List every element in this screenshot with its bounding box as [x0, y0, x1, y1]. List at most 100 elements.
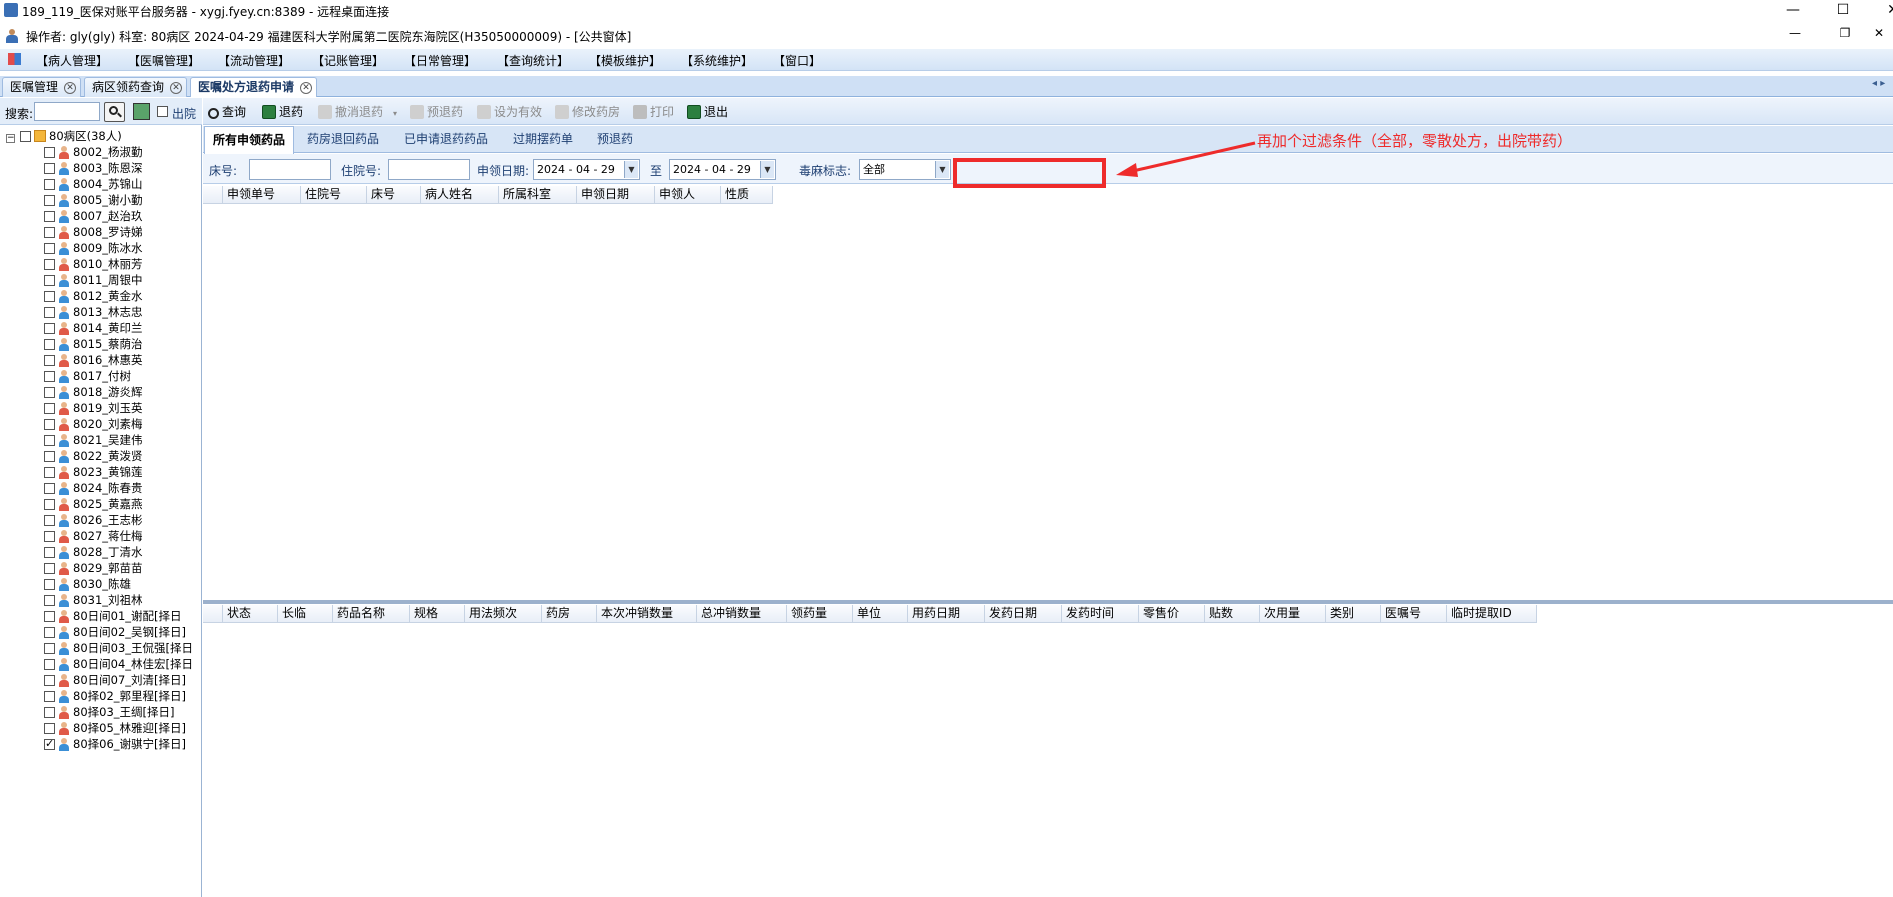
chevron-down-icon[interactable]: ▼: [624, 161, 638, 178]
menu-order-management[interactable]: 【医嘱管理】: [128, 52, 200, 69]
chevron-down-icon[interactable]: ▼: [935, 161, 949, 178]
patient-tree-item[interactable]: 8030_陈雄: [6, 576, 202, 592]
patient-checkbox[interactable]: [44, 707, 55, 718]
patient-checkbox[interactable]: [44, 499, 55, 510]
patient-tree-item[interactable]: 8008_罗诗娣: [6, 224, 202, 240]
menu-window[interactable]: 【窗口】: [773, 52, 821, 69]
date-to-input[interactable]: 2024 - 04 - 29 ▼: [669, 159, 776, 180]
modify-pharmacy-button[interactable]: 修改药房: [555, 103, 620, 120]
patient-tree-item[interactable]: 80日间04_林佳宏[择日: [6, 656, 202, 672]
patient-checkbox[interactable]: [44, 227, 55, 238]
patient-checkbox[interactable]: [44, 611, 55, 622]
menu-flow-management[interactable]: 【流动管理】: [218, 52, 290, 69]
column-header[interactable]: 用法频次: [465, 605, 542, 623]
column-header[interactable]: 类别: [1326, 605, 1381, 623]
patient-tree-item[interactable]: 80择06_谢骐宁[择日]: [6, 736, 202, 752]
patient-tree-item[interactable]: 80择05_林雅迎[择日]: [6, 720, 202, 736]
column-header[interactable]: 申领人: [655, 186, 721, 204]
column-header[interactable]: 零售价: [1139, 605, 1205, 623]
patient-checkbox[interactable]: [44, 307, 55, 318]
patient-tree-item[interactable]: 80日间01_谢配[择日: [6, 608, 202, 624]
patient-checkbox[interactable]: [44, 323, 55, 334]
patient-tree-item[interactable]: 8029_郭苗苗: [6, 560, 202, 576]
patient-checkbox[interactable]: [44, 211, 55, 222]
menu-daily-management[interactable]: 【日常管理】: [404, 52, 476, 69]
column-header[interactable]: 医嘱号: [1381, 605, 1447, 623]
patient-tree-item[interactable]: 8026_王志彬: [6, 512, 202, 528]
patient-checkbox[interactable]: [44, 643, 55, 654]
tree-root-checkbox[interactable]: [20, 131, 31, 142]
chevron-down-icon[interactable]: ▼: [760, 161, 774, 178]
close-icon[interactable]: ✕: [64, 82, 77, 94]
column-header[interactable]: 规格: [410, 605, 465, 623]
column-header[interactable]: 性质: [721, 186, 773, 204]
column-header[interactable]: 次用量: [1260, 605, 1326, 623]
refresh-icon[interactable]: [133, 103, 150, 120]
narcotic-flag-select[interactable]: 全部 ▼: [859, 159, 951, 180]
patient-checkbox[interactable]: [44, 595, 55, 606]
column-header[interactable]: 临时提取ID: [1447, 605, 1537, 623]
column-header[interactable]: 长临: [278, 605, 333, 623]
patient-tree-item[interactable]: 8004_苏锦山: [6, 176, 202, 192]
close-icon[interactable]: ✕: [170, 82, 183, 94]
patient-checkbox[interactable]: [44, 467, 55, 478]
pre-refund-button[interactable]: 预退药: [410, 103, 463, 120]
patient-checkbox[interactable]: [44, 659, 55, 670]
grid-corner-cell[interactable]: [203, 186, 223, 204]
patient-tree-item[interactable]: 8027_蒋仕梅: [6, 528, 202, 544]
column-header[interactable]: 贴数: [1205, 605, 1260, 623]
subtab-requested-refund-drugs[interactable]: 已申请退药药品: [396, 126, 496, 153]
patient-checkbox[interactable]: [44, 387, 55, 398]
patient-checkbox[interactable]: [44, 691, 55, 702]
subtab-expired-dispense-lists[interactable]: 过期摆药单: [505, 126, 581, 153]
cancel-refund-button[interactable]: 撤消退药 ▾: [318, 103, 397, 120]
query-button[interactable]: 查询: [208, 103, 246, 120]
chevron-down-icon[interactable]: ▾: [393, 109, 397, 118]
patient-checkbox[interactable]: [44, 675, 55, 686]
patient-checkbox[interactable]: [44, 355, 55, 366]
column-header[interactable]: 申领日期: [577, 186, 655, 204]
inner-minimize-button[interactable]: —: [1780, 26, 1810, 40]
patient-tree-item[interactable]: 8013_林志忠: [6, 304, 202, 320]
patient-search-input[interactable]: [34, 102, 100, 121]
patient-tree-item[interactable]: 8009_陈冰水: [6, 240, 202, 256]
patient-tree-item[interactable]: 8019_刘玉英: [6, 400, 202, 416]
patient-checkbox[interactable]: [44, 195, 55, 206]
tab-scroll-icons[interactable]: ◂ ▸: [1872, 78, 1885, 89]
tab-prescription-refund-request[interactable]: 医嘱处方退药申请 ✕: [190, 77, 318, 97]
patient-checkbox[interactable]: [44, 563, 55, 574]
patient-checkbox[interactable]: [44, 435, 55, 446]
patient-checkbox[interactable]: [44, 483, 55, 494]
column-header[interactable]: 病人姓名: [421, 186, 499, 204]
close-icon[interactable]: ✕: [300, 82, 313, 94]
patient-checkbox[interactable]: [44, 579, 55, 590]
patient-checkbox[interactable]: [44, 736, 55, 752]
patient-tree-item[interactable]: 80择03_王绸[择日]: [6, 704, 202, 720]
column-header[interactable]: 用药日期: [908, 605, 985, 623]
patient-tree-item[interactable]: 8002_杨淑勤: [6, 144, 202, 160]
column-header[interactable]: 药房: [542, 605, 597, 623]
column-header[interactable]: 总冲销数量: [697, 605, 787, 623]
discharge-checkbox[interactable]: [157, 106, 168, 117]
tab-order-management[interactable]: 医嘱管理 ✕: [2, 77, 82, 97]
menu-system-maintenance[interactable]: 【系统维护】: [681, 52, 753, 69]
column-header[interactable]: 所属科室: [499, 186, 577, 204]
column-header[interactable]: 领药量: [787, 605, 853, 623]
column-header[interactable]: 药品名称: [333, 605, 410, 623]
patient-checkbox[interactable]: [44, 163, 55, 174]
patient-tree-item[interactable]: 8024_陈春贵: [6, 480, 202, 496]
patient-checkbox[interactable]: [44, 403, 55, 414]
date-from-input[interactable]: 2024 - 04 - 29 ▼: [533, 159, 640, 180]
patient-checkbox[interactable]: [44, 419, 55, 430]
print-button[interactable]: 打印: [633, 103, 674, 120]
patient-tree-item[interactable]: 8016_林惠英: [6, 352, 202, 368]
patient-tree-item[interactable]: 8022_黄泼贤: [6, 448, 202, 464]
patient-tree-item[interactable]: 80日间03_王侃强[择日: [6, 640, 202, 656]
patient-tree-item[interactable]: 8031_刘祖林: [6, 592, 202, 608]
column-header[interactable]: 状态: [223, 605, 278, 623]
patient-tree-item[interactable]: 8021_吴建伟: [6, 432, 202, 448]
patient-checkbox[interactable]: [44, 371, 55, 382]
bed-input[interactable]: [249, 159, 331, 180]
menu-patient-management[interactable]: 【病人管理】: [36, 52, 108, 69]
tree-root[interactable]: − 80病区(38人): [6, 128, 202, 144]
